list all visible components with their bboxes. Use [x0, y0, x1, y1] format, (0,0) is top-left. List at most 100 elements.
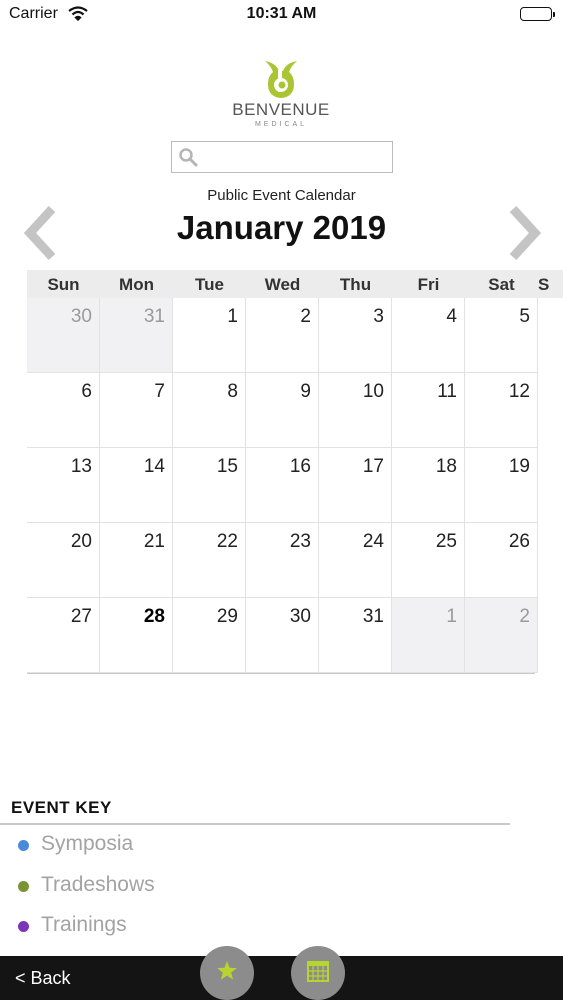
- battery-icon: [520, 7, 555, 21]
- calendar-day-cell[interactable]: 5: [465, 298, 538, 373]
- calendar-week-row: 30 31 1 2 3 4 5: [27, 298, 538, 373]
- calendar-day-cell[interactable]: 30: [27, 298, 100, 373]
- day-number: 6: [81, 381, 92, 402]
- calendar-day-cell[interactable]: 17: [319, 448, 392, 523]
- calendar-day-cell[interactable]: 26: [465, 523, 538, 598]
- star-icon: [217, 961, 237, 980]
- calendar-day-cell[interactable]: 16: [246, 448, 319, 523]
- weekday-label: Sat: [488, 275, 515, 294]
- day-number: 13: [70, 456, 92, 477]
- clock: 10:31 AM: [246, 5, 317, 22]
- key-color-dot: [18, 840, 29, 851]
- day-number: 16: [289, 456, 311, 477]
- weekday-label: Tue: [195, 275, 224, 294]
- day-number: 3: [373, 306, 384, 327]
- day-number: 30: [289, 606, 311, 627]
- search-input[interactable]: [171, 141, 393, 173]
- day-number: 7: [154, 381, 165, 402]
- key-color-dot: [18, 881, 29, 892]
- calendar-day-cell[interactable]: 7: [100, 373, 173, 448]
- day-number: 2: [300, 306, 311, 327]
- day-number: 10: [362, 381, 384, 402]
- day-number: 23: [289, 531, 311, 552]
- weekday-label: S: [538, 275, 550, 294]
- calendar-day-cell[interactable]: 1: [392, 598, 465, 673]
- calendar-day-cell[interactable]: 20: [27, 523, 100, 598]
- calendar-day-cell[interactable]: 10: [319, 373, 392, 448]
- day-number: 9: [300, 381, 311, 402]
- month-calendar: Sun Mon Tue Wed Thu Fri Sat S 30 31 1 2 3 4 5 6…: [27, 270, 563, 674]
- calendar-day-cell[interactable]: 27: [27, 598, 100, 673]
- event-key-label: Trainings: [41, 913, 127, 936]
- weekday-label: Mon: [119, 275, 154, 294]
- chevron-left-icon: [23, 205, 56, 261]
- calendar-day-cell[interactable]: 31: [100, 298, 173, 373]
- calendar-day-cell[interactable]: 30: [246, 598, 319, 673]
- day-number: 19: [508, 456, 530, 477]
- event-key-label: Tradeshows: [41, 873, 155, 896]
- calendar-day-cell-today[interactable]: 28: [100, 598, 173, 673]
- favorites-button[interactable]: [200, 946, 254, 1000]
- day-number: 28: [143, 606, 165, 627]
- calendar-day-cell[interactable]: 6: [27, 373, 100, 448]
- calendar-day-cell[interactable]: 29: [173, 598, 246, 673]
- day-number: 21: [143, 531, 165, 552]
- next-month-button[interactable]: [503, 205, 543, 261]
- calendar-button[interactable]: [291, 946, 345, 1000]
- calendar-day-cell[interactable]: 25: [392, 523, 465, 598]
- day-number: 2: [519, 606, 530, 627]
- calendar-day-cell[interactable]: 1: [173, 298, 246, 373]
- calendar-day-cell[interactable]: 15: [173, 448, 246, 523]
- chevron-right-icon: [509, 205, 542, 261]
- weekday-label: Fri: [417, 275, 440, 294]
- calendar-day-cell[interactable]: 13: [27, 448, 100, 523]
- calendar-day-cell[interactable]: 11: [392, 373, 465, 448]
- event-key-divider: [0, 823, 510, 825]
- calendar-day-cell[interactable]: 8: [173, 373, 246, 448]
- calendar-day-cell[interactable]: 9: [246, 373, 319, 448]
- back-button[interactable]: < Back: [15, 968, 71, 989]
- day-number: 1: [227, 306, 238, 327]
- calendar-week-row: 27 28 29 30 31 1 2: [27, 598, 538, 673]
- calendar-week-row: 6 7 8 9 10 11 12: [27, 373, 538, 448]
- calendar-week-row: 13 14 15 16 17 18 19: [27, 448, 538, 523]
- calendar-day-cell[interactable]: 19: [465, 448, 538, 523]
- weekday-label: Wed: [264, 275, 301, 294]
- calendar-icon: [307, 961, 329, 982]
- calendar-day-cell[interactable]: 22: [173, 523, 246, 598]
- day-number: 5: [519, 306, 530, 327]
- day-number: 14: [143, 456, 165, 477]
- calendar-day-cell[interactable]: 14: [100, 448, 173, 523]
- month-title: January 2019: [176, 209, 387, 246]
- calendar-day-cell[interactable]: 12: [465, 373, 538, 448]
- calendar-day-cell[interactable]: 24: [319, 523, 392, 598]
- calendar-day-cell[interactable]: 4: [392, 298, 465, 373]
- day-number: 29: [216, 606, 238, 627]
- previous-month-button[interactable]: [22, 205, 62, 261]
- day-number: 27: [70, 606, 92, 627]
- day-number: 15: [216, 456, 238, 477]
- calendar-day-cell[interactable]: 31: [319, 598, 392, 673]
- day-number: 25: [435, 531, 457, 552]
- brand-name: BENVENUE: [232, 100, 330, 119]
- calendar-day-cell[interactable]: 3: [319, 298, 392, 373]
- calendar-day-cell[interactable]: 21: [100, 523, 173, 598]
- day-number: 20: [70, 531, 92, 552]
- calendar-day-cell[interactable]: 23: [246, 523, 319, 598]
- key-color-dot: [18, 921, 29, 932]
- day-number: 18: [435, 456, 457, 477]
- brand-subtitle: MEDICAL: [254, 121, 308, 128]
- calendar-day-cell[interactable]: 2: [246, 298, 319, 373]
- day-number: 31: [362, 606, 384, 627]
- calendar-day-cell[interactable]: 2: [465, 598, 538, 673]
- day-number: 24: [362, 531, 384, 552]
- day-number: 12: [508, 381, 530, 402]
- status-bar: Carrier 10:31 AM: [0, 0, 563, 30]
- day-number: 30: [70, 306, 92, 327]
- day-number: 8: [227, 381, 238, 402]
- day-number: 17: [362, 456, 384, 477]
- brand-logo: BENVENUE MEDICAL: [226, 58, 336, 133]
- brand-logo-icon: [265, 61, 297, 98]
- calendar-day-cell[interactable]: 18: [392, 448, 465, 523]
- search-icon: [178, 147, 198, 172]
